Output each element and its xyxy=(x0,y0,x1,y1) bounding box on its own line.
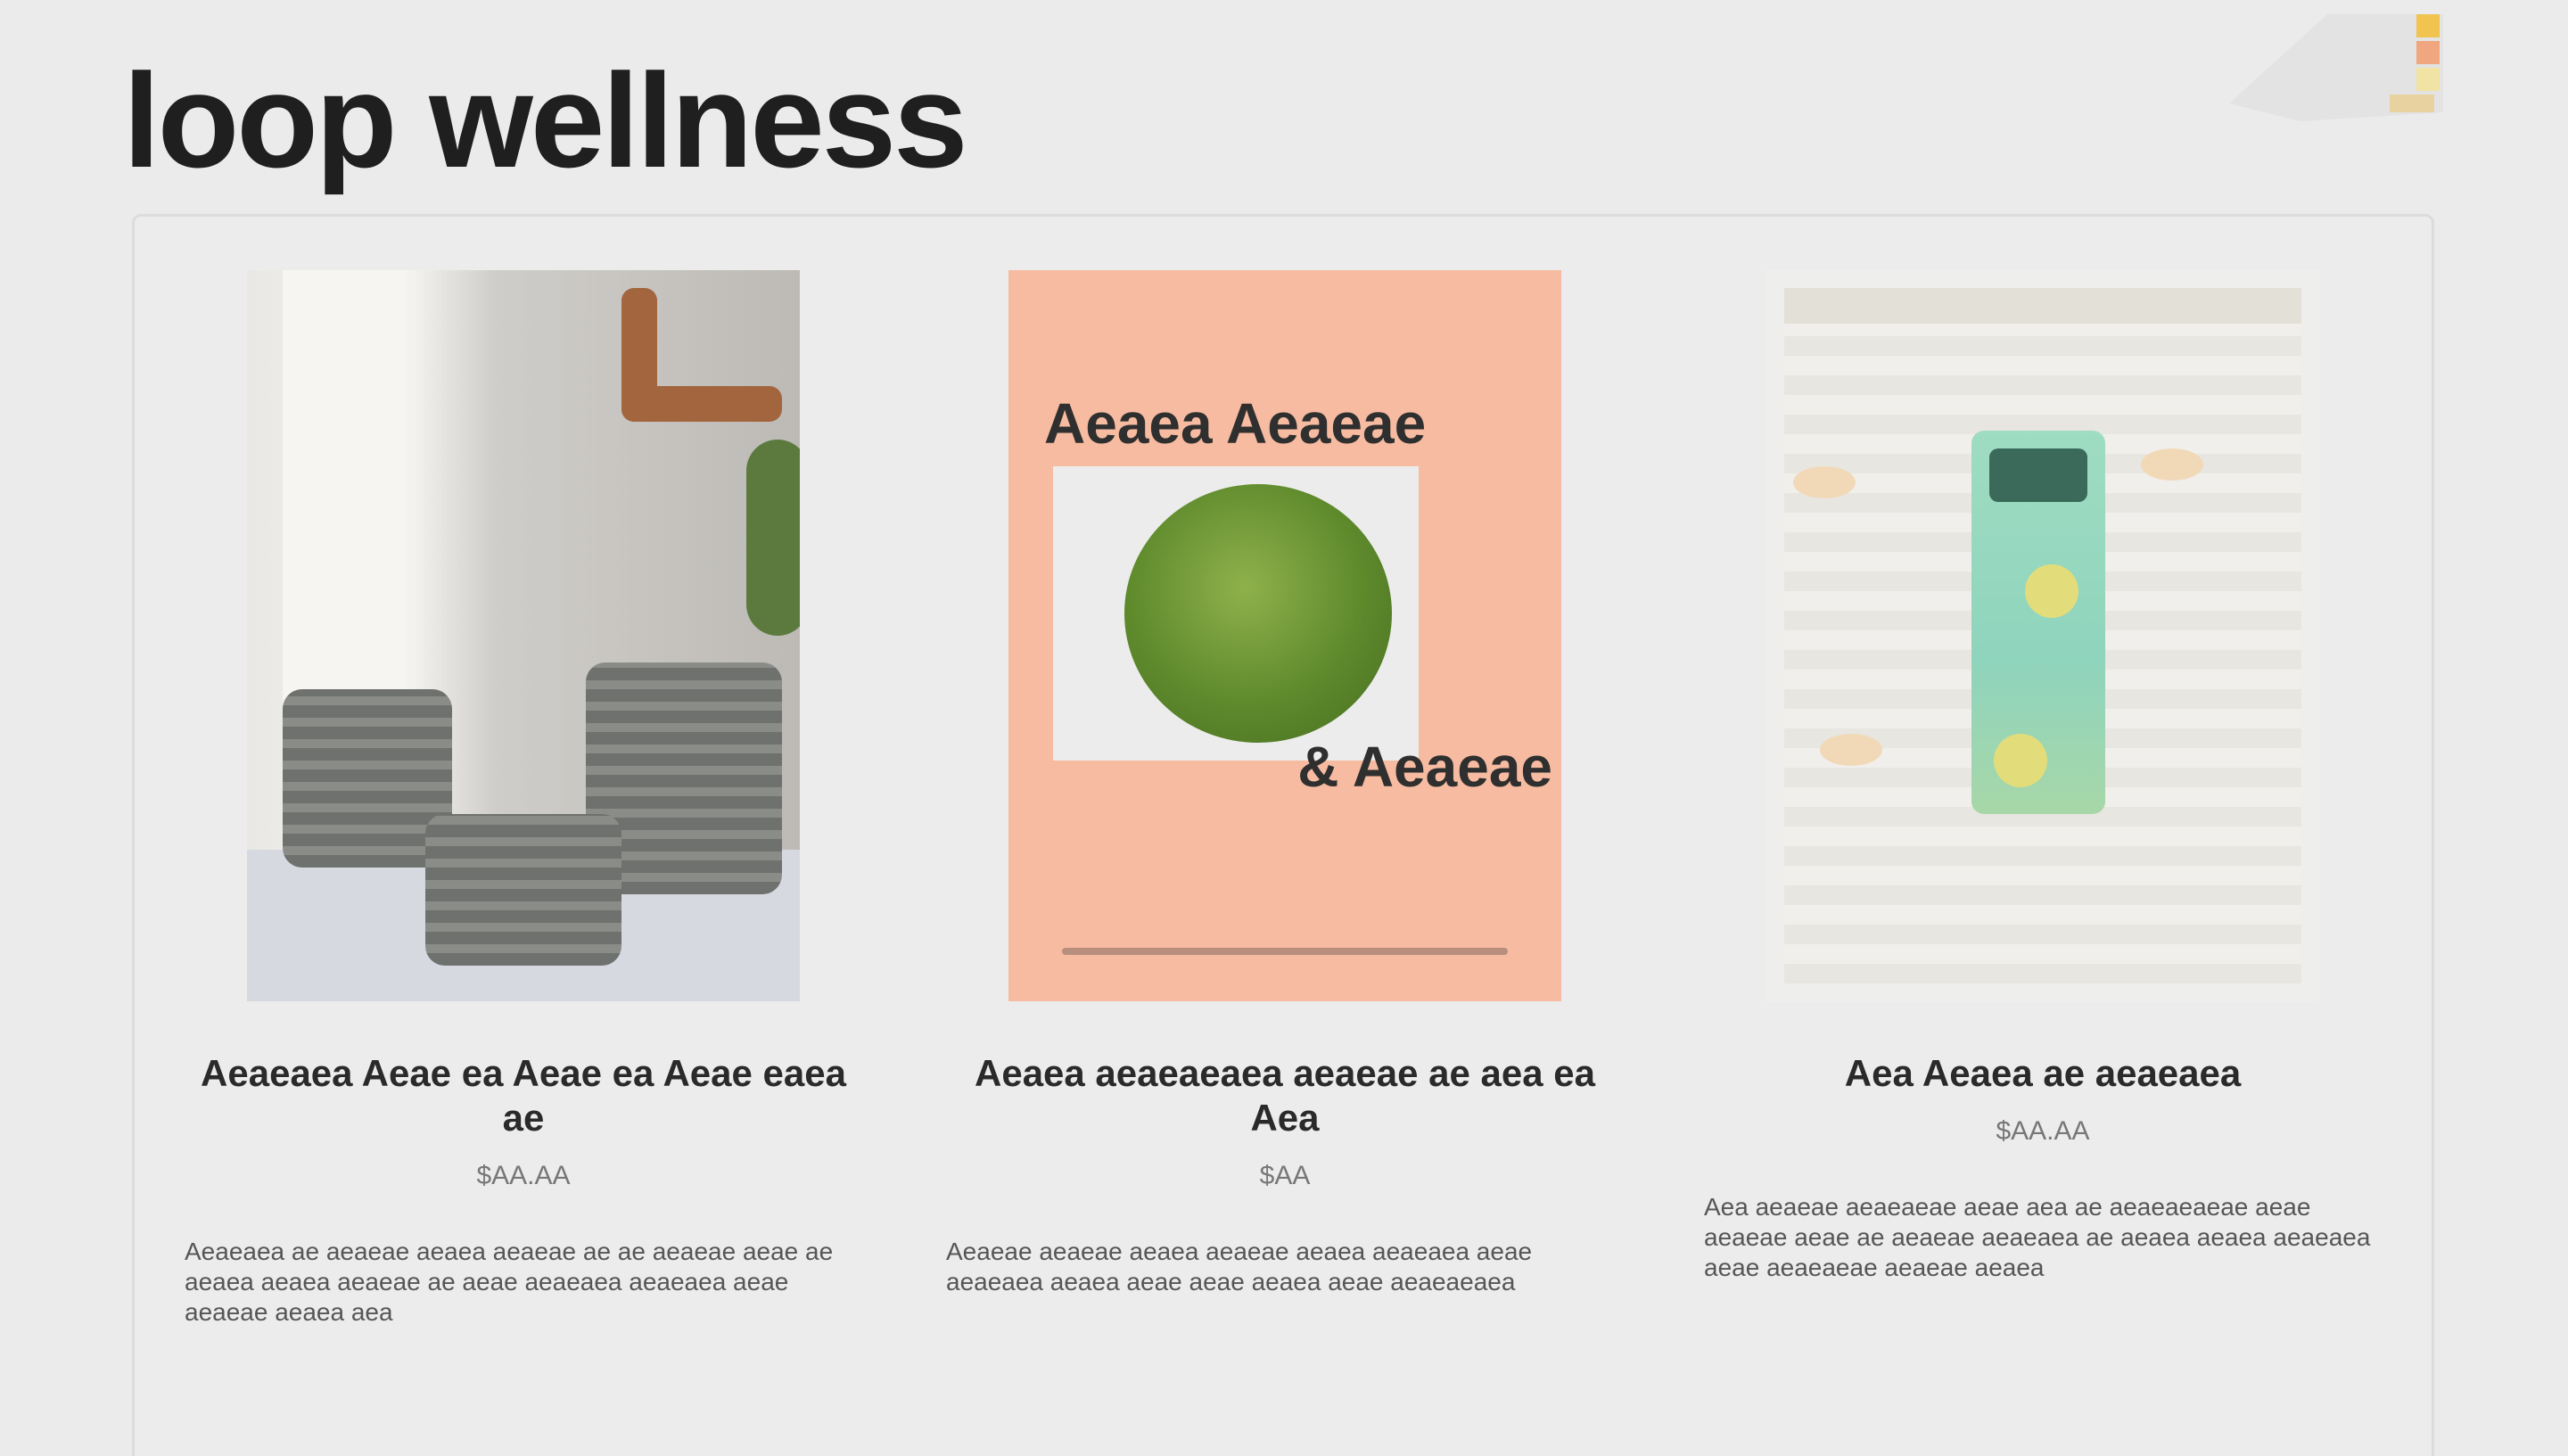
product-image-promo[interactable]: Aeaea Aeaeae & Aeaeae xyxy=(1008,270,1561,1001)
product-name[interactable]: Aeaeaea Aeae ea Aeae ea Aeae eaea ae xyxy=(185,1051,862,1140)
promo-headline: Aeaea Aeaeae xyxy=(1044,391,1427,456)
promo-subline: & Aeaeae xyxy=(1297,735,1552,799)
product-card[interactable]: Aea Aeaea ae aeaeaea $AA.AA Aea aeaeae a… xyxy=(1704,270,2382,1283)
brand-title: loop wellness xyxy=(123,45,968,195)
product-grid: Aeaeaea Aeae ea Aeae ea Aeae eaea ae $AA… xyxy=(132,214,2434,1456)
product-image-ceramic-cups[interactable] xyxy=(247,270,800,1001)
product-price: $AA.AA xyxy=(476,1161,571,1190)
product-description: Aeaeae aeaeae aeaea aeaeae aeaea aeaeaea… xyxy=(946,1238,1533,1296)
product-card[interactable]: Aeaeaea Aeae ea Aeae ea Aeae eaea ae $AA… xyxy=(185,270,862,1328)
product-name[interactable]: Aeaea aeaeaeaea aeaeae ae aea ea Aea xyxy=(946,1051,1624,1140)
product-price: $AA xyxy=(1259,1161,1311,1190)
page: loop wellness Aeaeaea Aeae ea Aeae ea Ae… xyxy=(0,0,2568,1456)
product-name[interactable]: Aea Aeaea ae aeaeaea xyxy=(1704,1051,2382,1096)
product-description: Aea aeaeae aeaeaeae aeae aea ae aeaeaeae… xyxy=(1704,1193,2371,1281)
product-image-drink-bottle[interactable] xyxy=(1766,270,2319,1001)
product-card[interactable]: Aeaea Aeaeae & Aeaeae Aeaea aeaeaeaea ae… xyxy=(946,270,1624,1297)
product-price: $AA.AA xyxy=(1996,1116,2090,1146)
product-description: Aeaeaea ae aeaeae aeaea aeaeae ae ae aea… xyxy=(185,1238,834,1326)
brand-logo xyxy=(2229,14,2443,121)
